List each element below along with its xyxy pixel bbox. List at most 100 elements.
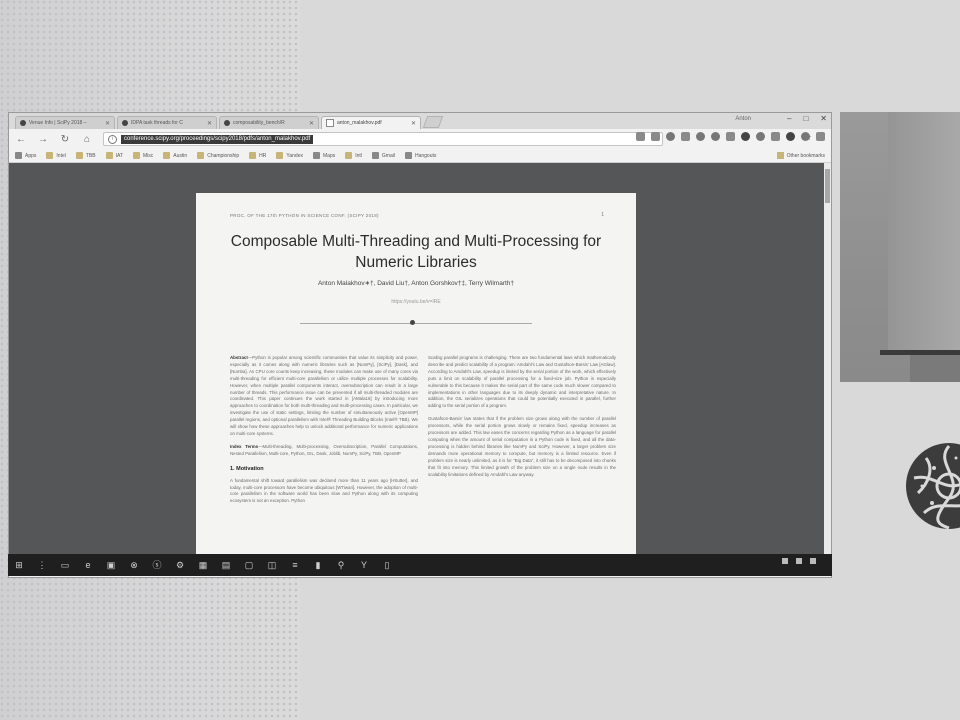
- scrollbar-thumb[interactable]: [825, 169, 830, 203]
- home-icon[interactable]: ⌂: [81, 134, 93, 145]
- maximize-button[interactable]: □: [803, 114, 808, 123]
- index-terms-paragraph: Index Terms—Multi-threading, Multi-proce…: [230, 444, 418, 458]
- bookmark-label: Hangouts: [414, 152, 437, 159]
- reload-icon[interactable]: ↻: [59, 134, 71, 145]
- video-floor: [910, 355, 960, 382]
- tab-venue-info[interactable]: Venue Info | SciPy 2018 – ✕: [15, 116, 115, 129]
- extension-icon[interactable]: [681, 132, 690, 141]
- bookmark-label: Intel: [56, 152, 66, 159]
- author-list: Anton Malakhov∗†, David Liu†, Anton Gors…: [317, 280, 515, 287]
- bookmark-label: Maps: [323, 152, 336, 159]
- extension-icon[interactable]: [666, 132, 675, 141]
- extension-icon[interactable]: [696, 132, 705, 141]
- calculator-icon[interactable]: ▦: [198, 560, 208, 570]
- profile-button[interactable]: Anton: [735, 116, 751, 122]
- bookmark-apps[interactable]: Apps: [15, 152, 36, 159]
- forward-icon[interactable]: →: [37, 134, 49, 145]
- vertical-scrollbar[interactable]: [824, 163, 831, 555]
- folder-icon: [75, 152, 83, 159]
- bookmark-label: Apps: [25, 152, 37, 159]
- extension-icon[interactable]: [771, 132, 780, 141]
- bookmark-item[interactable]: Gmail: [371, 152, 395, 159]
- tab-pdf[interactable]: anton_malakhov.pdf ✕: [321, 116, 421, 129]
- bookmark-label: Misc: [143, 152, 154, 159]
- bookmark-item[interactable]: Austin: [163, 152, 187, 159]
- bookmark-item[interactable]: Intel: [46, 152, 66, 159]
- vscode-icon[interactable]: ≡: [290, 560, 300, 570]
- window-icon[interactable]: ▯: [382, 560, 392, 570]
- extension-icon[interactable]: [651, 132, 660, 141]
- settings-icon[interactable]: ⚙: [175, 560, 185, 570]
- github-icon: [122, 120, 128, 126]
- folder-icon: [133, 152, 141, 159]
- extension-icon[interactable]: [756, 132, 765, 141]
- bookmark-item[interactable]: Yandex: [276, 152, 303, 159]
- extension-icon[interactable]: [636, 132, 645, 141]
- store-icon[interactable]: ▣: [106, 560, 116, 570]
- notepad-icon[interactable]: ▤: [221, 560, 231, 570]
- close-window-button[interactable]: ✕: [820, 114, 827, 123]
- hangouts-icon: [404, 152, 412, 159]
- abstract-text: —Python is popular among scientific comm…: [230, 355, 418, 436]
- bookmark-item[interactable]: Intl: [345, 152, 362, 159]
- network-icon[interactable]: [810, 558, 816, 564]
- edge-icon[interactable]: e: [83, 560, 93, 570]
- bookmarks-bar: Apps Intel TBB IAT Misc Austin Champions…: [9, 149, 831, 163]
- volume-icon[interactable]: [796, 558, 802, 564]
- cmd-icon[interactable]: ▢: [244, 560, 254, 570]
- back-icon[interactable]: ←: [15, 134, 27, 145]
- close-icon[interactable]: ✕: [207, 120, 212, 127]
- minimize-button[interactable]: –: [787, 114, 791, 123]
- author-link[interactable]: https://youtu.be/v=IRE: [196, 299, 636, 305]
- bookmark-label: IAT: [115, 152, 124, 159]
- close-icon[interactable]: ✕: [105, 120, 110, 127]
- xbox-icon[interactable]: ⊗: [129, 560, 139, 570]
- body-paragraph: Gustafson-Barsis' law states that if the…: [428, 416, 616, 477]
- address-bar[interactable]: i conference.scipy.org/proceedings/scipy…: [103, 132, 812, 146]
- fork-icon[interactable]: Y: [359, 560, 369, 570]
- info-icon[interactable]: i: [108, 134, 117, 144]
- page-icon: [20, 120, 26, 126]
- close-icon[interactable]: ✕: [411, 120, 416, 127]
- bookmark-item[interactable]: TBB: [75, 152, 96, 159]
- other-bookmarks[interactable]: Other bookmarks: [776, 152, 825, 159]
- bookmark-label: Intl: [355, 152, 362, 159]
- bookmark-item[interactable]: Maps: [313, 152, 335, 159]
- bookmark-item[interactable]: Hangouts: [404, 152, 437, 159]
- speaker-video-feed: [840, 112, 960, 382]
- notification-icon[interactable]: [782, 558, 788, 564]
- terminal-icon[interactable]: ▮: [313, 560, 323, 570]
- close-icon[interactable]: ✕: [309, 120, 314, 127]
- tab-label: anton_malakhov.pdf: [337, 120, 382, 126]
- skype-icon[interactable]: ⓢ: [152, 560, 162, 570]
- bookmark-label: Gmail: [381, 152, 395, 159]
- video-wall: [888, 112, 960, 352]
- extension-icon[interactable]: [726, 132, 735, 141]
- extension-icon[interactable]: [711, 132, 720, 141]
- document-icon: [326, 119, 334, 127]
- system-tray: [782, 558, 824, 564]
- tab-github-2[interactable]: composability_bench/R ✕: [219, 116, 319, 129]
- extension-icons: [636, 132, 825, 141]
- menu-icon[interactable]: [816, 132, 825, 141]
- python-icon[interactable]: ◫: [267, 560, 277, 570]
- extension-icon[interactable]: [786, 132, 795, 141]
- bookmark-item[interactable]: Misc: [133, 152, 153, 159]
- bookmark-item[interactable]: Championship: [197, 152, 239, 159]
- new-tab-button[interactable]: [422, 116, 444, 128]
- index-terms-text: —Multi-threading, Multi-processing, Over…: [230, 443, 418, 456]
- pin-icon[interactable]: ⚲: [336, 560, 346, 570]
- extension-icon[interactable]: [801, 132, 810, 141]
- extension-icon[interactable]: [741, 132, 750, 141]
- tab-github-1[interactable]: IDPA task threads for C ✕: [117, 116, 217, 129]
- divider-ornament: [410, 320, 415, 325]
- tab-label: Venue Info | SciPy 2018 –: [29, 120, 87, 126]
- file-explorer-icon[interactable]: ▭: [60, 560, 70, 570]
- url-text[interactable]: conference.scipy.org/proceedings/scipy20…: [121, 134, 314, 144]
- bookmark-item[interactable]: IAT: [105, 152, 124, 159]
- windows-start-icon[interactable]: ⊞: [14, 560, 24, 570]
- pdf-viewer[interactable]: PROC. OF THE 17th PYTHON IN SCIENCE CONF…: [9, 163, 831, 555]
- tab-label: composability_bench/R: [233, 120, 285, 126]
- bookmark-item[interactable]: HR: [249, 152, 266, 159]
- cortana-icon[interactable]: ⋮: [37, 560, 47, 570]
